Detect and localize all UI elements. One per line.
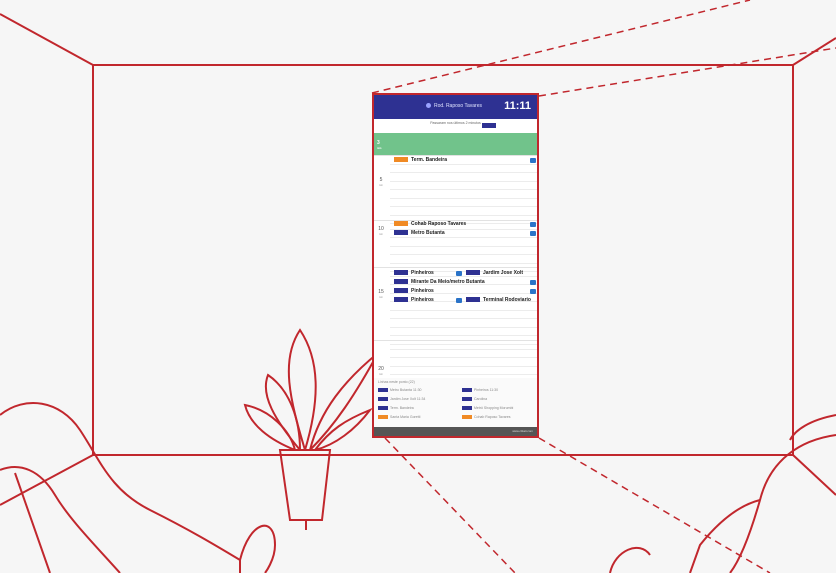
clock: 11:11 bbox=[504, 100, 531, 112]
status-tag bbox=[482, 123, 496, 128]
line-item: Metrô Shopping Morumbi bbox=[462, 405, 513, 411]
route-badge bbox=[394, 230, 408, 236]
section-gridlines bbox=[390, 341, 537, 384]
route-badge bbox=[394, 270, 408, 276]
route-badge bbox=[394, 297, 408, 303]
route-badge bbox=[466, 297, 480, 303]
route-badge bbox=[378, 397, 388, 402]
location-pin-icon bbox=[426, 103, 431, 109]
lines-at-stop-list: Linhas neste ponto (22) Metro Butanta 11… bbox=[374, 378, 537, 428]
route-badge bbox=[394, 279, 408, 285]
route-badge bbox=[466, 270, 480, 276]
lines-list-title: Linhas neste ponto (22) bbox=[378, 380, 415, 384]
minute-section-15: 15 min Pinheiros Jardim Jose Xolt Mirante … bbox=[374, 267, 537, 345]
display-header: Rod. Raposo Tavares 11:11 bbox=[374, 95, 537, 119]
route-badge bbox=[462, 415, 472, 420]
line-item: Carolina bbox=[462, 396, 487, 402]
arriving-minutes: 3 min bbox=[377, 140, 382, 151]
minute-section-20: 20 min bbox=[374, 340, 537, 384]
brand-text: www.cittati.com bbox=[512, 429, 533, 433]
second-destination: Jardim Jose Xolt bbox=[466, 270, 523, 277]
route-badge bbox=[378, 388, 388, 393]
line-item: Cohab Raposo Tavares bbox=[462, 414, 511, 420]
section-gridlines bbox=[390, 156, 537, 224]
bus-icon bbox=[530, 222, 536, 227]
arrival-row: Metro Butanta bbox=[394, 230, 536, 237]
minute-section-5: 5 min Term. Bandeira bbox=[374, 155, 537, 224]
display-footer: www.cittati.com bbox=[374, 427, 537, 436]
arrival-row: Pinheiros Jardim Jose Xolt bbox=[394, 270, 523, 277]
line-item: Santa Maria Goretti bbox=[378, 414, 420, 420]
route-badge bbox=[378, 415, 388, 420]
arrival-row: Cohab Raposo Tavares bbox=[394, 221, 536, 228]
route-badge bbox=[378, 406, 388, 411]
stop-name: Rod. Raposo Tavares bbox=[426, 103, 482, 109]
minute-label: 20 min bbox=[378, 366, 384, 377]
line-item: Term. Bandeira bbox=[378, 405, 414, 411]
minute-label: 15 min bbox=[378, 289, 384, 300]
line-item: Pinheiros 11:30 bbox=[462, 387, 498, 393]
route-badge bbox=[394, 157, 408, 163]
bus-icon bbox=[456, 271, 462, 276]
line-item: Metro Butanta 11:30 bbox=[378, 387, 421, 393]
arrival-row: Mirante Da Meio/metro Butanta bbox=[394, 279, 536, 286]
bus-icon bbox=[530, 158, 536, 163]
bus-icon bbox=[530, 289, 536, 294]
bus-icon bbox=[456, 298, 462, 303]
minute-section-10: 10 min Cohab Raposo Tavares Metro Butanta bbox=[374, 220, 537, 272]
second-destination: Terminal Rodoviario bbox=[466, 297, 531, 304]
route-badge bbox=[462, 406, 472, 411]
arriving-now-band: 3 min bbox=[374, 133, 537, 155]
minute-label: 10 min bbox=[378, 226, 384, 237]
line-item: Jardim Jose Xolt 11:34 bbox=[378, 396, 425, 402]
bus-icon bbox=[530, 280, 536, 285]
update-note-bar: Passaram nos últimos 2 minutos bbox=[374, 119, 537, 133]
arrival-row: Pinheiros Terminal Rodoviario bbox=[394, 297, 531, 304]
route-badge bbox=[462, 397, 472, 402]
route-badge bbox=[394, 288, 408, 294]
update-note: Passaram nos últimos 2 minutos bbox=[430, 121, 481, 125]
route-badge bbox=[394, 221, 408, 227]
arrival-row: Term. Bandeira bbox=[394, 157, 536, 164]
bus-icon bbox=[530, 231, 536, 236]
minute-label: 5 min bbox=[378, 177, 384, 188]
arrival-row: Pinheiros bbox=[394, 288, 536, 295]
bus-stop-display: Rod. Raposo Tavares 11:11 Passaram nos ú… bbox=[372, 93, 539, 438]
route-badge bbox=[462, 388, 472, 393]
